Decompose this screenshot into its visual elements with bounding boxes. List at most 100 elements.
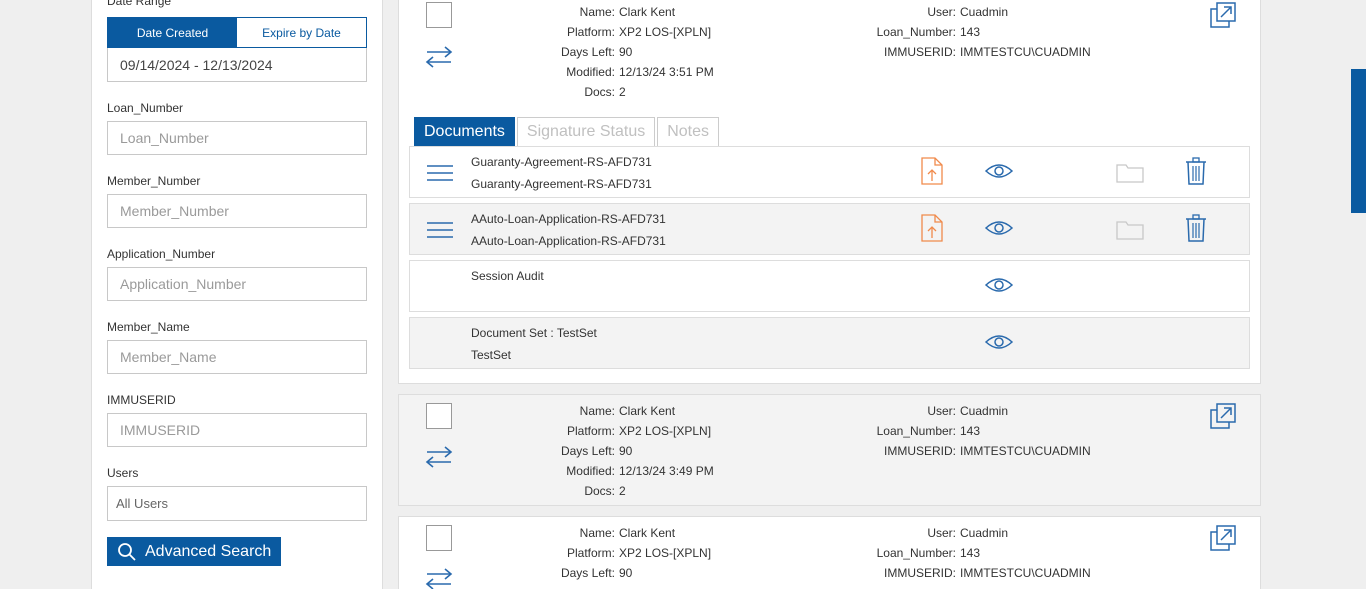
- platform-value: XP2 LOS-[XPLN]: [619, 424, 712, 438]
- tab-documents[interactable]: Documents: [414, 117, 515, 147]
- docs-key: Docs:: [584, 85, 615, 99]
- immuserid-key: IMMUSERID:: [884, 566, 956, 580]
- users-select[interactable]: All Users: [107, 486, 367, 521]
- loan-number-value: 143: [960, 25, 981, 39]
- application-number-label: Application_Number: [107, 247, 216, 261]
- scrollbar-thumb[interactable]: [1351, 69, 1366, 213]
- immuserid-key: IMMUSERID:: [884, 444, 956, 458]
- folder-icon[interactable]: [1116, 218, 1144, 240]
- date-range-input[interactable]: 09/14/2024 - 12/13/2024: [107, 48, 367, 82]
- name-value: Clark Kent: [619, 526, 676, 540]
- loan-number-key: Loan_Number:: [876, 546, 956, 560]
- docs-key: Docs:: [584, 484, 615, 498]
- user-value: Cuadmin: [960, 526, 1009, 540]
- member-name-input[interactable]: Member_Name: [107, 340, 367, 374]
- advanced-search-label: Advanced Search: [145, 542, 272, 560]
- member-number-input[interactable]: Member_Number: [107, 194, 367, 228]
- view-eye-icon[interactable]: [985, 275, 1013, 295]
- document-row[interactable]: AAuto-Loan-Application-RS-AFD731 AAuto-L…: [409, 203, 1250, 255]
- package-details: Name: Clark Kent Platform: XP2 LOS-[XPLN] …: [399, 2, 714, 102]
- expire-by-date-tab[interactable]: Expire by Date: [237, 18, 366, 47]
- user-details: User: Cuadmin Loan_Number: 143 IMMUSERID: I…: [797, 2, 1091, 62]
- open-external-icon[interactable]: [1209, 402, 1237, 430]
- search-sidebar: Date Range Date Created Expire by Date 0…: [91, 0, 383, 589]
- drag-handle-icon[interactable]: [427, 163, 453, 183]
- platform-key: Platform:: [566, 424, 615, 438]
- view-eye-icon[interactable]: [985, 218, 1013, 238]
- document-title: Guaranty-Agreement-RS-AFD731: [471, 177, 652, 191]
- immuserid-label: IMMUSERID: [107, 393, 176, 407]
- platform-value: XP2 LOS-[XPLN]: [619, 546, 712, 560]
- immuserid-value: IMMTESTCU\CUADMIN: [960, 444, 1091, 458]
- search-icon: [118, 542, 136, 561]
- session-audit-row[interactable]: Session Audit: [409, 260, 1250, 312]
- upload-file-icon[interactable]: [921, 214, 943, 242]
- days-left-value: 90: [619, 444, 633, 458]
- user-key: User:: [927, 5, 956, 19]
- immuserid-key: IMMUSERID:: [884, 45, 956, 59]
- application-number-input[interactable]: Application_Number: [107, 267, 367, 301]
- document-name: AAuto-Loan-Application-RS-AFD731: [471, 212, 666, 226]
- name-value: Clark Kent: [619, 5, 676, 19]
- days-left-value: 90: [619, 45, 633, 59]
- date-created-tab[interactable]: Date Created: [108, 18, 237, 47]
- name-key: Name:: [579, 5, 615, 19]
- tab-signature-status[interactable]: Signature Status: [516, 117, 656, 147]
- package-details: Name: Clark Kent Platform: XP2 LOS-[XPLN] …: [399, 523, 711, 583]
- upload-file-icon[interactable]: [921, 157, 943, 185]
- name-key: Name:: [579, 526, 615, 540]
- user-details: User: Cuadmin Loan_Number: 143 IMMUSERID: I…: [797, 523, 1091, 583]
- docs-value: 2: [619, 484, 626, 498]
- immuserid-input[interactable]: IMMUSERID: [107, 413, 367, 447]
- loan-number-key: Loan_Number:: [876, 25, 956, 39]
- days-left-key: Days Left:: [560, 566, 615, 580]
- document-name: Session Audit: [471, 269, 544, 283]
- loan-number-value: 143: [960, 424, 981, 438]
- document-set-title: TestSet: [471, 348, 512, 362]
- days-left-key: Days Left:: [560, 45, 615, 59]
- document-set-name: Document Set : TestSet: [471, 326, 597, 340]
- name-key: Name:: [579, 404, 615, 418]
- user-value: Cuadmin: [960, 404, 1009, 418]
- view-eye-icon[interactable]: [985, 332, 1013, 352]
- member-name-label: Member_Name: [107, 320, 190, 334]
- modified-value: 12/13/24 3:51 PM: [619, 65, 714, 79]
- user-value: Cuadmin: [960, 5, 1009, 19]
- modified-key: Modified:: [566, 65, 615, 79]
- open-external-icon[interactable]: [1209, 1, 1237, 29]
- document-row[interactable]: Guaranty-Agreement-RS-AFD731 Guaranty-Ag…: [409, 146, 1250, 198]
- days-left-value: 90: [619, 566, 633, 580]
- drag-handle-icon[interactable]: [427, 220, 453, 240]
- loan-number-input[interactable]: Loan_Number: [107, 121, 367, 155]
- open-external-icon[interactable]: [1209, 524, 1237, 552]
- trash-icon[interactable]: [1185, 157, 1207, 185]
- modified-value: 12/13/24 3:49 PM: [619, 464, 714, 478]
- loan-number-value: 143: [960, 546, 981, 560]
- document-tabs: Documents Signature Status Notes: [414, 117, 720, 147]
- platform-value: XP2 LOS-[XPLN]: [619, 25, 712, 39]
- docs-value: 2: [619, 85, 626, 99]
- immuserid-value: IMMTESTCU\CUADMIN: [960, 45, 1091, 59]
- document-name: Guaranty-Agreement-RS-AFD731: [471, 155, 652, 169]
- advanced-search-button[interactable]: Advanced Search: [107, 537, 281, 566]
- tab-notes[interactable]: Notes: [657, 117, 720, 147]
- package-card: Name: Clark Kent Platform: XP2 LOS-[XPLN] …: [398, 394, 1261, 506]
- name-value: Clark Kent: [619, 404, 676, 418]
- view-eye-icon[interactable]: [985, 161, 1013, 181]
- platform-key: Platform:: [566, 546, 615, 560]
- users-label: Users: [107, 466, 139, 480]
- user-key: User:: [927, 404, 956, 418]
- user-details: User: Cuadmin Loan_Number: 143 IMMUSERID: I…: [797, 401, 1091, 461]
- loan-number-label: Loan_Number: [107, 101, 184, 115]
- modified-key: Modified:: [566, 464, 615, 478]
- package-card: Name: Clark Kent Platform: XP2 LOS-[XPLN] …: [398, 516, 1261, 589]
- trash-icon[interactable]: [1185, 214, 1207, 242]
- user-key: User:: [927, 526, 956, 540]
- days-left-key: Days Left:: [560, 444, 615, 458]
- document-set-row[interactable]: Document Set : TestSet TestSet: [409, 317, 1250, 369]
- platform-key: Platform:: [566, 25, 615, 39]
- date-range-label: Date Range: [107, 0, 172, 8]
- package-card: Name: Clark Kent Platform: XP2 LOS-[XPLN] …: [398, 0, 1261, 384]
- immuserid-value: IMMTESTCU\CUADMIN: [960, 566, 1091, 580]
- folder-icon[interactable]: [1116, 161, 1144, 183]
